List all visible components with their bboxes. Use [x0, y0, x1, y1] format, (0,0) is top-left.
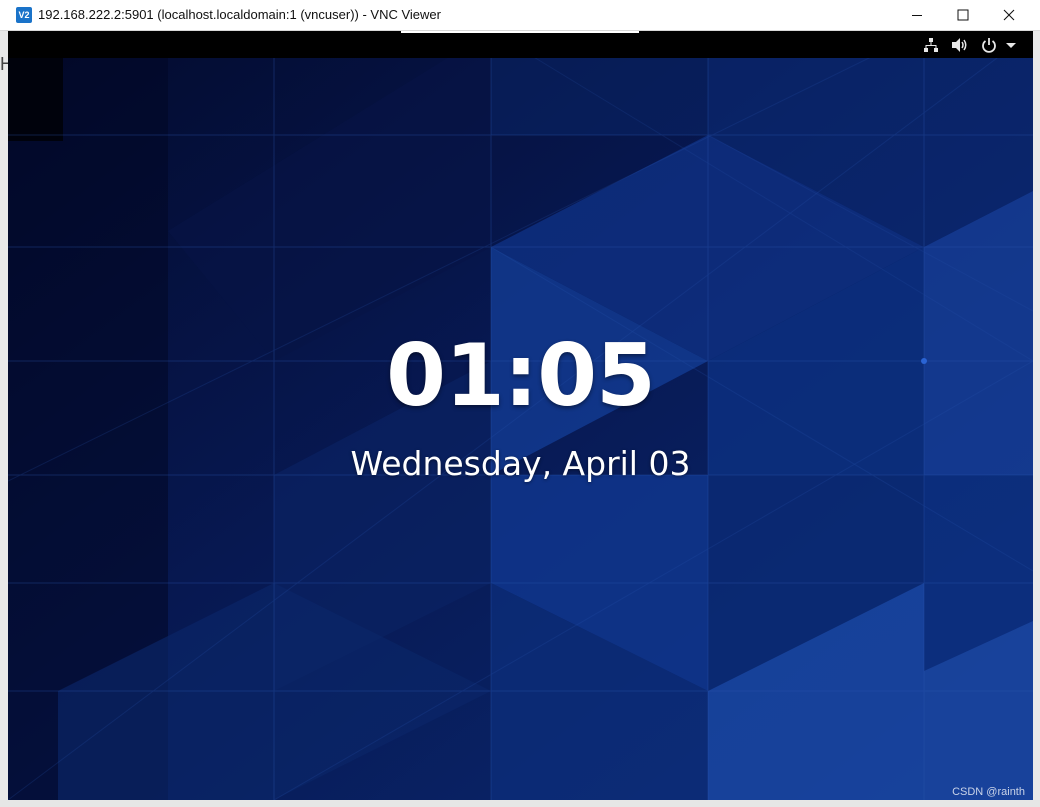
window-title: 192.168.222.2:5901 (localhost.localdomai…: [38, 7, 441, 22]
close-button[interactable]: [986, 0, 1032, 30]
lockscreen-time: 01:05: [386, 326, 656, 426]
volume-icon: [952, 38, 967, 52]
watermark-text: CSDN @rainth: [952, 786, 1025, 798]
chevron-down-icon: [1006, 43, 1016, 48]
power-icon: [982, 38, 996, 53]
panel-activity-indicator: [401, 31, 639, 33]
minimize-button[interactable]: [894, 0, 940, 30]
vnc-app-icon: V2: [16, 7, 32, 23]
maximize-button[interactable]: [940, 0, 986, 30]
gnome-top-panel: [8, 31, 1033, 58]
remote-desktop-view[interactable]: 01:05 Wednesday, April 03 CSDN @rainth: [8, 31, 1033, 800]
network-button[interactable]: [922, 36, 940, 54]
network-icon: [924, 38, 938, 52]
lockscreen-date: Wednesday, April 03: [350, 444, 691, 483]
close-icon: [1003, 9, 1015, 21]
title-bar[interactable]: V2 192.168.222.2:5901 (localhost.localdo…: [0, 0, 1040, 31]
system-menu-button[interactable]: [1004, 36, 1018, 54]
minimize-icon: [912, 15, 922, 16]
maximize-icon: [957, 9, 969, 21]
background-window-bottom-edge: [0, 800, 1040, 807]
volume-button[interactable]: [950, 36, 970, 54]
power-button[interactable]: [980, 36, 998, 54]
vnc-viewer-window: V2 192.168.222.2:5901 (localhost.localdo…: [0, 0, 1040, 807]
